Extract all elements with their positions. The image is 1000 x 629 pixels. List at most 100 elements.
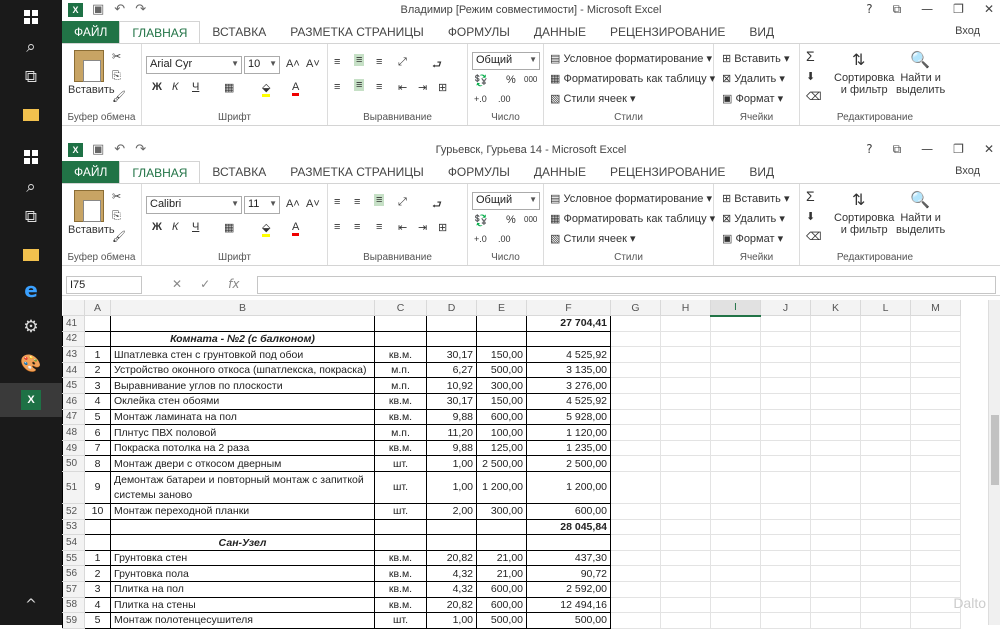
cell-empty[interactable] (660, 455, 711, 473)
row-header[interactable]: 57 (62, 581, 85, 598)
cell-c[interactable]: шт. (374, 503, 427, 520)
cell-b[interactable]: Сан-Узел (110, 534, 375, 551)
close-button[interactable]: ✕ (984, 2, 994, 17)
cell-f[interactable]: 1 235,00 (526, 439, 611, 457)
cell-e[interactable] (476, 330, 527, 348)
cell-empty[interactable] (760, 612, 811, 629)
cell-c[interactable]: кв.м. (374, 393, 427, 410)
cell-empty[interactable] (810, 393, 861, 410)
cell-empty[interactable] (660, 440, 711, 457)
align-center-icon[interactable]: ≡ (354, 221, 360, 233)
cell-empty[interactable] (660, 362, 711, 379)
cell-empty[interactable] (610, 581, 661, 598)
cell-c[interactable]: шт. (374, 455, 427, 473)
cell-empty[interactable] (660, 331, 711, 348)
select-all-corner[interactable] (62, 300, 85, 317)
underline-button[interactable]: Ч (192, 221, 199, 233)
tab-formulas[interactable]: ФОРМУЛЫ (436, 161, 522, 183)
cell-empty[interactable] (660, 346, 711, 363)
cell-empty[interactable] (910, 440, 961, 457)
fill-color-icon[interactable]: ⬙ (262, 221, 271, 237)
cell-empty[interactable] (910, 409, 961, 426)
cell-d[interactable]: 10,92 (426, 377, 477, 395)
sort-filter-button[interactable]: Сортировка и фильтр (834, 212, 894, 236)
cell-empty[interactable] (810, 597, 861, 614)
excel-taskbar-icon[interactable]: X (0, 383, 62, 417)
cell-empty[interactable] (810, 550, 861, 567)
underline-button[interactable]: Ч (192, 81, 199, 93)
cell-b[interactable]: Устройство оконного откоса (шпатлекска, … (110, 361, 375, 379)
bold-button[interactable]: Ж (152, 81, 162, 93)
column-header-l[interactable]: L (860, 300, 911, 317)
merge-cells-icon[interactable]: ⊞ (438, 81, 447, 94)
cell-empty[interactable] (610, 471, 661, 505)
cell-e[interactable]: 600,00 (476, 408, 527, 426)
copy-icon[interactable]: ⎘ (112, 70, 121, 83)
align-middle-icon[interactable]: ≡ (354, 196, 360, 208)
column-header-a[interactable]: A (84, 300, 111, 317)
cell-d[interactable]: 30,17 (426, 346, 477, 363)
cell-empty[interactable] (860, 331, 911, 348)
cell-empty[interactable] (810, 612, 861, 629)
align-left-icon[interactable]: ≡ (334, 221, 340, 233)
row-header[interactable]: 55 (62, 549, 85, 567)
windows-start-icon[interactable] (0, 0, 62, 34)
cell-empty[interactable] (610, 550, 661, 567)
row-header[interactable]: 58 (62, 596, 85, 614)
cell-b[interactable]: Монтаж полотенцесушителя (110, 612, 375, 629)
cell-empty[interactable] (860, 565, 911, 582)
cell-empty[interactable] (610, 597, 661, 614)
currency-icon[interactable]: 💱 (474, 214, 488, 227)
number-format-dropdown[interactable]: Общий ▼ (472, 52, 540, 70)
fill-icon[interactable]: ⬇ (806, 70, 815, 83)
cell-empty[interactable] (610, 534, 661, 551)
cell-empty[interactable] (710, 581, 761, 598)
cell-e[interactable]: 300,00 (476, 377, 527, 395)
column-header-b[interactable]: B (110, 300, 375, 317)
increase-indent-icon[interactable]: ⇥ (418, 81, 427, 94)
cell-empty[interactable] (710, 377, 761, 395)
maximize-button[interactable]: ❐ (953, 142, 964, 157)
wrap-text-icon[interactable]: ⮐ (432, 196, 442, 215)
row-header[interactable]: 49 (62, 439, 85, 457)
row-header[interactable]: 54 (62, 534, 85, 551)
cell-empty[interactable] (760, 331, 811, 348)
increase-font-icon[interactable]: A˄ (286, 198, 300, 210)
cell-f[interactable]: 27 704,41 (526, 315, 611, 332)
cell-c[interactable]: шт. (374, 471, 427, 505)
cell-f[interactable]: 600,00 (526, 503, 611, 520)
increase-font-icon[interactable]: A˄ (286, 58, 300, 70)
cell-f[interactable]: 12 494,16 (526, 596, 611, 614)
row-header[interactable]: 42 (62, 330, 85, 348)
cell-empty[interactable] (860, 377, 911, 395)
cell-empty[interactable] (710, 331, 761, 348)
thousands-button[interactable]: 000 (524, 215, 537, 224)
cell-styles-button[interactable]: ▧ Стили ячеек ▾ (550, 232, 636, 245)
decrease-font-icon[interactable]: A˅ (306, 198, 320, 210)
tab-formulas[interactable]: ФОРМУЛЫ (436, 21, 522, 43)
cell-empty[interactable] (910, 315, 961, 332)
column-header-c[interactable]: C (374, 300, 427, 317)
sort-filter-icon[interactable]: ⇅ (852, 50, 865, 70)
cell-empty[interactable] (760, 440, 811, 457)
cell-empty[interactable] (860, 393, 911, 410)
cell-b[interactable]: Грунтовка стен (110, 549, 375, 567)
cell-d[interactable]: 9,88 (426, 408, 477, 426)
cell-empty[interactable] (860, 612, 911, 629)
cell-empty[interactable] (710, 612, 761, 629)
cell-empty[interactable] (610, 331, 661, 348)
cell-empty[interactable] (710, 597, 761, 614)
find-select-button[interactable]: Найти и выделить (896, 212, 945, 236)
windows-start-icon[interactable] (0, 140, 62, 174)
sign-in-link[interactable]: Вход (955, 25, 980, 37)
cell-empty[interactable] (760, 581, 811, 598)
cell-f[interactable]: 28 045,84 (526, 518, 611, 536)
cell-empty[interactable] (610, 346, 661, 363)
cell-empty[interactable] (760, 377, 811, 395)
cell-empty[interactable] (660, 519, 711, 536)
cell-a[interactable] (84, 534, 111, 551)
cell-empty[interactable] (910, 471, 961, 505)
column-header-e[interactable]: E (476, 300, 527, 317)
cell-empty[interactable] (910, 346, 961, 363)
cell-empty[interactable] (860, 534, 911, 551)
